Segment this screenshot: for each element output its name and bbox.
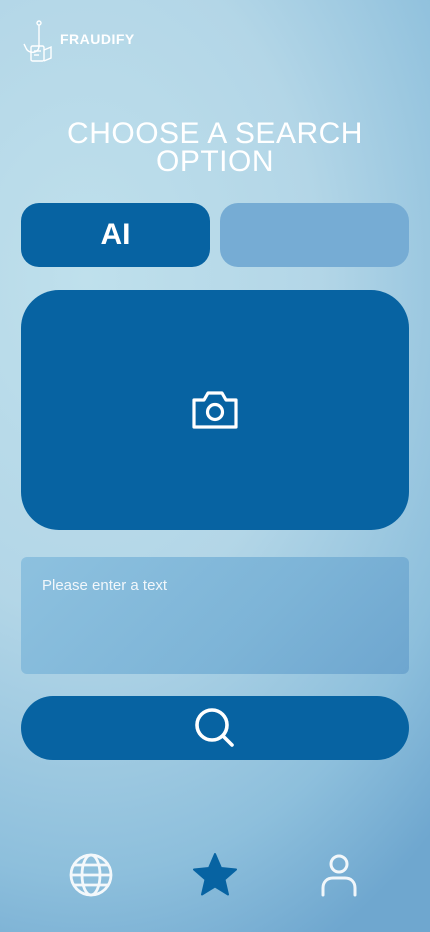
nav-explore[interactable] bbox=[67, 851, 115, 899]
search-button[interactable] bbox=[21, 696, 409, 760]
image-upload-button[interactable] bbox=[21, 290, 409, 530]
page-title-line-1: CHOOSE A SEARCH bbox=[67, 117, 363, 150]
app-name: FRAUDIFY bbox=[60, 31, 135, 47]
text-input[interactable] bbox=[21, 557, 409, 674]
tab-second-option[interactable] bbox=[220, 203, 409, 267]
user-icon bbox=[321, 854, 357, 897]
tab-ai[interactable]: AI bbox=[21, 203, 210, 267]
star-icon bbox=[193, 853, 237, 896]
fishing-hook-logo-icon bbox=[23, 20, 52, 62]
globe-icon bbox=[69, 853, 113, 897]
page-title-line-2: OPTION bbox=[155, 145, 274, 178]
camera-icon bbox=[192, 391, 238, 429]
page-title: CHOOSE A SEARCH OPTION bbox=[0, 117, 430, 178]
app-logo: FRAUDIFY bbox=[20, 20, 135, 64]
tab-ai-label: AI bbox=[100, 218, 131, 251]
nav-favorites[interactable] bbox=[191, 851, 239, 899]
search-icon bbox=[195, 708, 234, 747]
nav-profile[interactable] bbox=[315, 851, 363, 899]
